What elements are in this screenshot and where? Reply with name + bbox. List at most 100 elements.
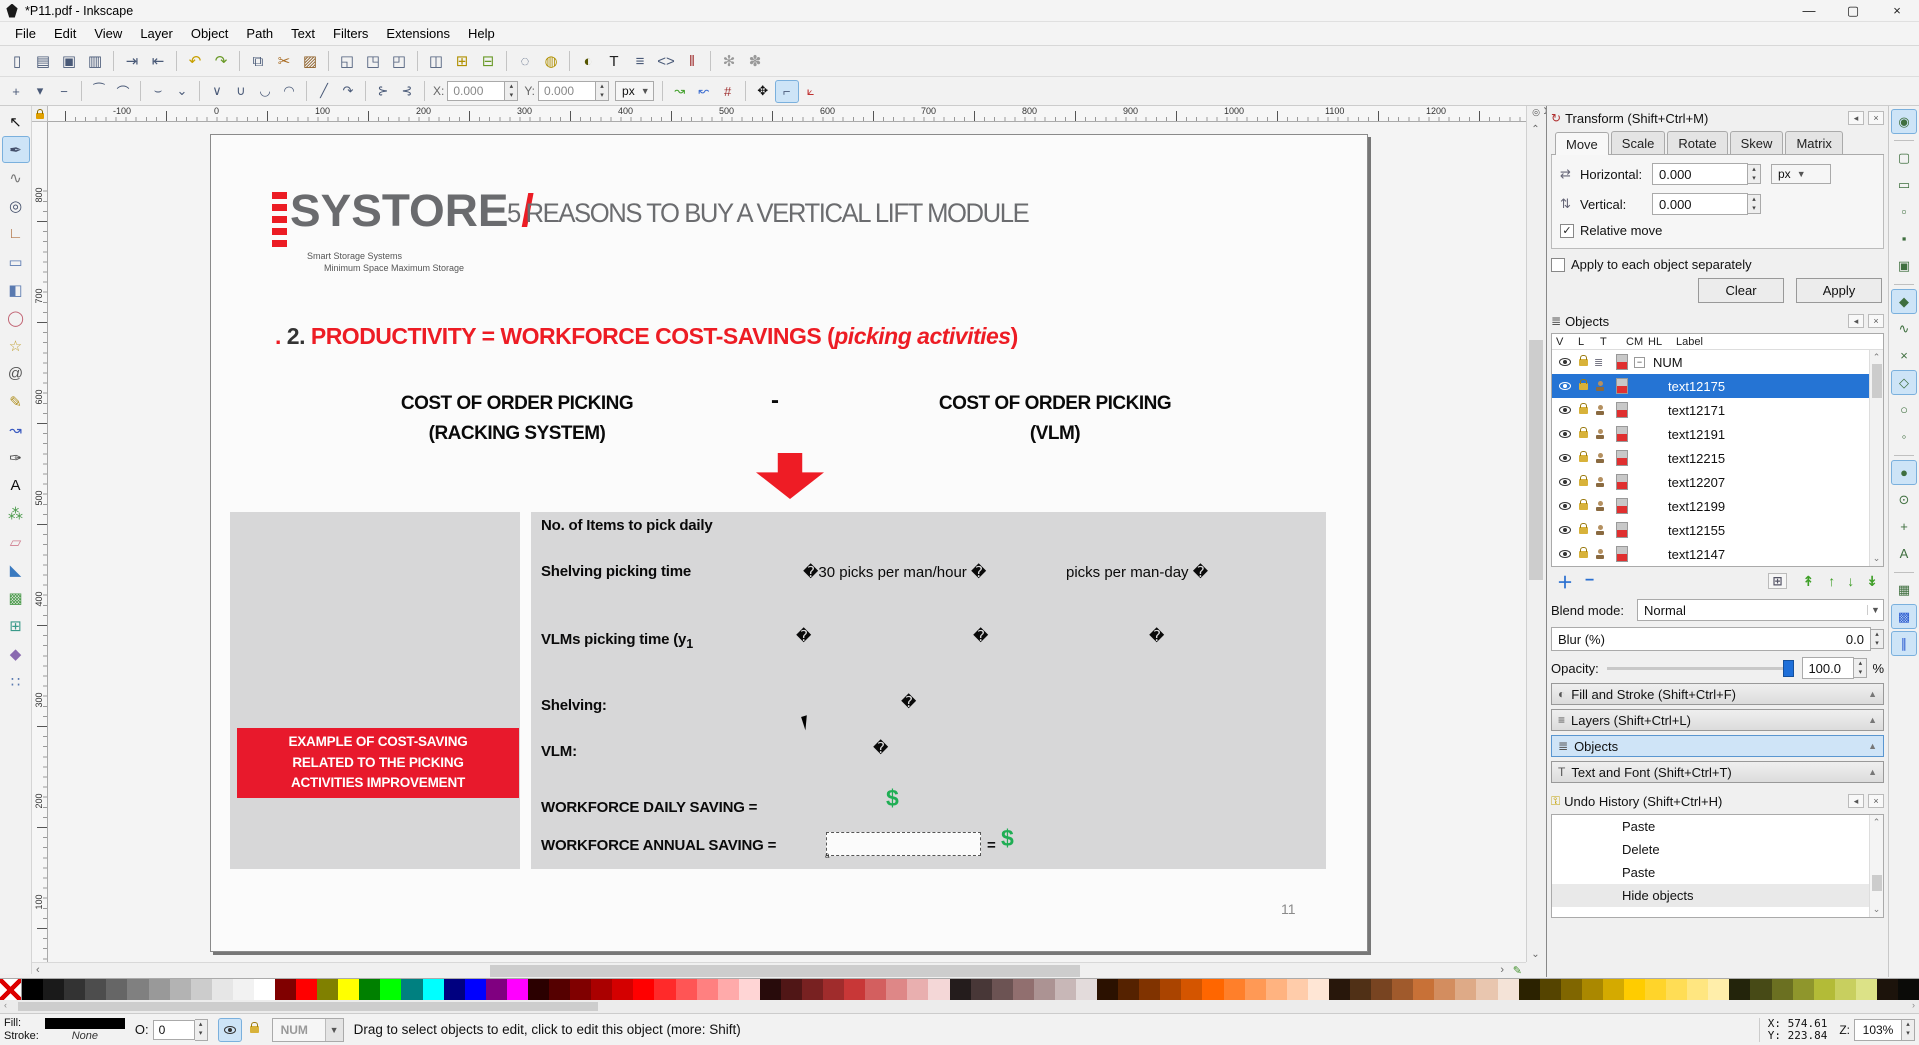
color-swatch[interactable] [1371, 979, 1393, 1000]
apply-button[interactable]: Apply [1796, 278, 1882, 303]
color-swatch[interactable] [1223, 979, 1245, 1000]
object-label[interactable]: text12147 [1668, 547, 1725, 562]
open-document-icon[interactable]: ▤ [30, 49, 56, 74]
snap-smooth-nodes-icon[interactable]: ○ [1891, 397, 1917, 422]
tool-eraser[interactable]: ▱ [2, 528, 30, 555]
apply-each-row[interactable]: Apply to each object separately [1551, 257, 1884, 272]
color-swatch[interactable] [738, 979, 760, 1000]
lock-icon[interactable] [1579, 354, 1588, 366]
node-x-spinbox[interactable]: X: 0.000 ▴ ▾ [433, 81, 519, 101]
snap-paths-icon[interactable]: ∿ [1891, 316, 1917, 341]
add-object-button[interactable]: ＋ [1557, 569, 1573, 593]
ruler-lock-icon[interactable] [32, 106, 48, 122]
layers-dialog-icon[interactable]: ≡ [627, 49, 653, 74]
node-y-spinbox[interactable]: Y: 0.000 ▴ ▾ [524, 81, 610, 101]
tab-move[interactable]: Move [1555, 132, 1609, 155]
tab-rotate[interactable]: Rotate [1667, 131, 1728, 154]
object-label[interactable]: text12215 [1668, 451, 1725, 466]
xml-editor-icon[interactable]: <> [653, 49, 679, 74]
color-swatch[interactable] [970, 979, 992, 1000]
lower-button[interactable]: ↓ [1847, 573, 1854, 589]
color-swatch[interactable] [1539, 979, 1561, 1000]
stroke-value[interactable]: None [45, 1030, 125, 1043]
current-layer-select[interactable]: NUM ▼ [271, 1017, 344, 1042]
menu-filters[interactable]: Filters [324, 23, 377, 44]
color-swatch[interactable] [1328, 979, 1350, 1000]
menu-extensions[interactable]: Extensions [377, 23, 459, 44]
color-swatch[interactable] [380, 979, 402, 1000]
expand-tree-button[interactable]: ⊞ [1768, 573, 1787, 589]
color-swatch[interactable] [549, 979, 571, 1000]
objects-row[interactable]: text12191 [1552, 422, 1883, 446]
node-corner-icon[interactable]: ∨ [205, 80, 229, 103]
tool-tweak[interactable]: ∿ [2, 164, 30, 191]
color-swatch[interactable] [1181, 979, 1203, 1000]
color-swatch[interactable] [506, 979, 528, 1000]
color-swatch[interactable] [443, 979, 465, 1000]
dock-bar-fill[interactable]: ◐ Fill and Stroke (Shift+Ctrl+F) ▲ [1551, 683, 1884, 705]
highlight-color-chip[interactable] [1616, 354, 1628, 370]
color-swatch[interactable] [1560, 979, 1582, 1000]
object-label[interactable]: text12191 [1668, 427, 1725, 442]
clear-button[interactable]: Clear [1698, 278, 1784, 303]
objects-scroll-thumb[interactable] [1872, 364, 1882, 398]
objects-row[interactable]: text12147 [1552, 542, 1883, 566]
color-swatch[interactable] [759, 979, 781, 1000]
color-swatch[interactable] [64, 979, 86, 1000]
show-transform-handles-icon[interactable]: ✥ [751, 80, 775, 103]
apply-each-checkbox[interactable] [1551, 257, 1565, 272]
color-swatch[interactable] [1792, 979, 1814, 1000]
dock-close-icon[interactable]: × [1868, 314, 1884, 328]
tool-bezier[interactable]: ↝ [2, 416, 30, 443]
color-swatch[interactable] [844, 979, 866, 1000]
color-swatch[interactable] [1581, 979, 1603, 1000]
blend-mode-select[interactable]: Normal ▼ [1637, 599, 1884, 621]
color-swatch[interactable] [1750, 979, 1772, 1000]
snap-guides-icon[interactable]: ∥ [1891, 631, 1917, 656]
lock-icon[interactable] [1579, 402, 1588, 414]
minimize-button[interactable]: — [1787, 0, 1831, 22]
object-label[interactable]: text12199 [1668, 499, 1725, 514]
color-swatch[interactable] [886, 979, 908, 1000]
color-swatch[interactable] [675, 979, 697, 1000]
color-swatch[interactable] [1876, 979, 1899, 1000]
undo-scrollbar[interactable]: ⌃ ⌄ [1869, 815, 1883, 917]
canvas-horizontal-scrollbar[interactable]: ‹ › ✎ [32, 962, 1526, 978]
color-swatch[interactable] [801, 979, 824, 1000]
color-swatch[interactable] [1307, 979, 1329, 1000]
objects-row[interactable]: text12175 [1552, 374, 1883, 398]
insert-node-icon[interactable]: + [4, 80, 28, 103]
color-swatch[interactable] [422, 979, 444, 1000]
tool-calligraphy[interactable]: ✑ [2, 444, 30, 471]
menu-path[interactable]: Path [237, 23, 282, 44]
show-bezier-handles-icon[interactable]: ⌐ [774, 79, 799, 103]
stroke-to-path-icon[interactable]: ⊰ [395, 80, 419, 103]
fill-color-swatch[interactable] [44, 1017, 125, 1029]
snap-bbox-icon[interactable]: ▢ [1891, 145, 1917, 170]
relative-move-row[interactable]: ✓ Relative move [1560, 223, 1875, 238]
transform-units-select[interactable]: px ▼ [1771, 164, 1831, 184]
menu-help[interactable]: Help [459, 23, 504, 44]
maximize-button[interactable]: ▢ [1831, 0, 1875, 22]
color-swatch[interactable] [1012, 979, 1034, 1000]
dock-collapse-icon[interactable]: ◂ [1848, 314, 1864, 328]
color-swatch[interactable] [1687, 979, 1709, 1000]
highlight-color-chip[interactable] [1616, 426, 1628, 442]
highlight-color-chip[interactable] [1616, 378, 1628, 394]
lock-icon[interactable] [1579, 450, 1588, 462]
blur-spinner[interactable]: ▴ ▾ [1871, 629, 1884, 649]
find-icon[interactable]: ◌ [512, 49, 538, 74]
color-swatch[interactable] [190, 979, 212, 1000]
color-swatch[interactable] [43, 979, 65, 1000]
color-swatch[interactable] [232, 979, 254, 1000]
tab-skew[interactable]: Skew [1729, 131, 1784, 154]
vertical-scroll-thumb[interactable] [1529, 340, 1543, 580]
print-icon[interactable]: ▥ [82, 49, 108, 74]
dock-bar-text[interactable]: T Text and Font (Shift+Ctrl+T) ▲ [1551, 761, 1884, 783]
export-icon[interactable]: ⇤ [145, 49, 171, 74]
color-swatch[interactable] [317, 979, 339, 1000]
save-document-icon[interactable]: ▣ [56, 49, 82, 74]
menu-text[interactable]: Text [282, 23, 324, 44]
scroll-up-icon[interactable]: ⌃ [1870, 817, 1883, 828]
vertical-ruler[interactable]: 800 700 600 500 400 300 200 100 [32, 122, 48, 962]
